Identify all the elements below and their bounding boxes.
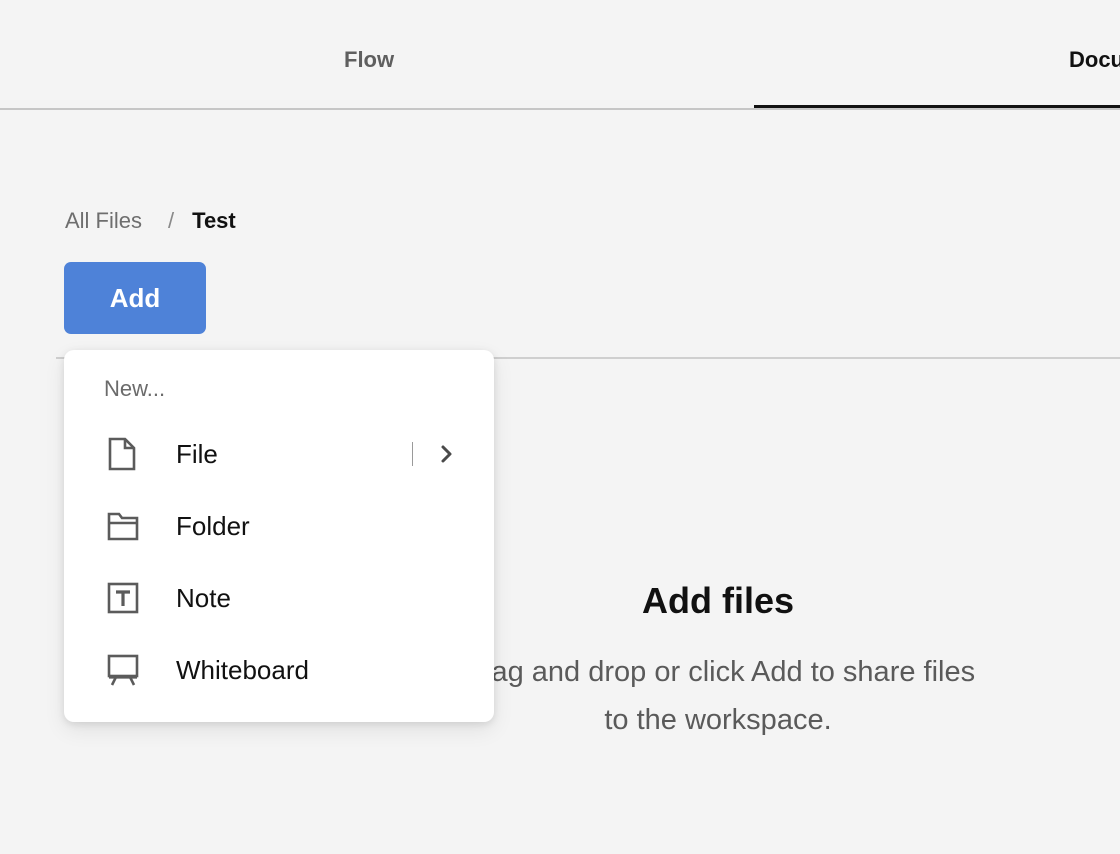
breadcrumb-separator: /: [168, 208, 175, 233]
tab-flow-label: Flow: [344, 47, 395, 72]
menu-item-whiteboard-label: Whiteboard: [176, 655, 309, 685]
breadcrumb-all-files[interactable]: All Files: [65, 208, 142, 234]
tab-documents-label: Documents: [1069, 47, 1120, 72]
tab-bar: Flow Documents: [0, 0, 1120, 110]
submenu-separator: [412, 442, 413, 466]
chevron-right-icon[interactable]: [436, 443, 458, 465]
active-tab-indicator: [754, 105, 1120, 108]
empty-state-description: Drag and drop or click Add to share file…: [418, 648, 1018, 744]
add-menu: New... File Folder Note Whiteboard: [64, 350, 494, 722]
menu-heading: New...: [104, 376, 166, 401]
add-button[interactable]: Add: [64, 262, 206, 334]
menu-item-whiteboard[interactable]: Whiteboard: [64, 637, 494, 703]
folder-icon: [107, 512, 139, 541]
menu-item-note[interactable]: Note: [64, 565, 494, 631]
tab-flow[interactable]: Flow: [0, 0, 740, 108]
menu-item-folder[interactable]: Folder: [64, 493, 494, 559]
file-icon: [108, 437, 136, 471]
menu-item-file[interactable]: File: [64, 421, 494, 487]
menu-item-file-label: File: [176, 439, 218, 469]
empty-state-description-line-2: to the workspace.: [604, 704, 832, 736]
whiteboard-icon: [107, 654, 139, 686]
empty-state-description-line-1: Drag and drop or click Add to share file…: [460, 656, 976, 688]
breadcrumb-current: Test: [192, 208, 236, 233]
menu-item-folder-label: Folder: [176, 511, 250, 541]
empty-state-title: Add files: [641, 580, 794, 621]
note-icon: [107, 582, 139, 614]
menu-item-note-label: Note: [176, 583, 231, 613]
tab-documents[interactable]: Documents: [754, 0, 1120, 108]
breadcrumb: All Files / Test: [65, 208, 236, 234]
